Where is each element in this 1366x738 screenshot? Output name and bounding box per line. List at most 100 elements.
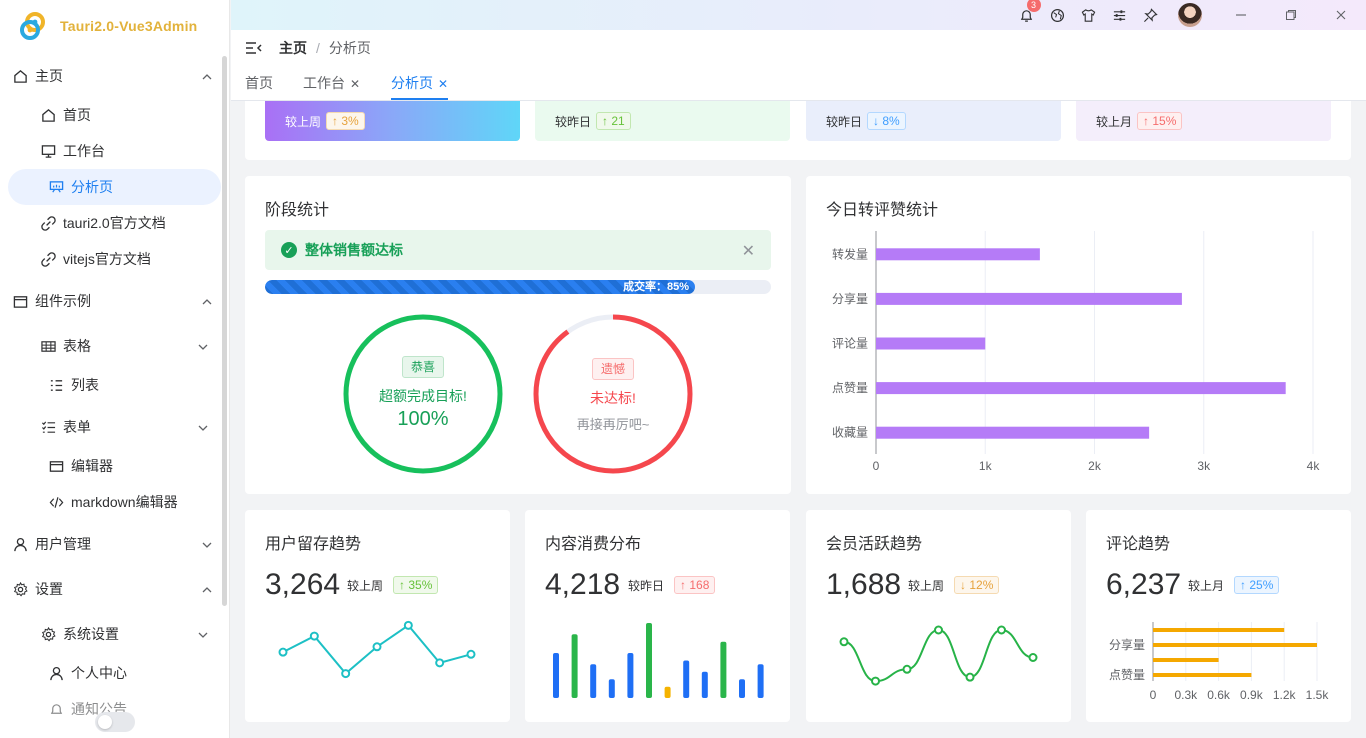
bar [1153,673,1252,677]
menu-label: 表格 [63,338,91,354]
menu-item-editor[interactable]: 编辑器 [48,448,221,484]
breadcrumb-root[interactable]: 主页 [279,38,307,58]
menu-settings-group[interactable]: 设置 [12,571,225,607]
fail-tag: 遗憾 [591,358,634,380]
menu-label: 首页 [63,107,91,123]
settings-sliders-icon[interactable] [1112,7,1128,23]
bar [1153,628,1285,632]
stat-strip-2: 较昨日 ↑ 21 [535,101,790,141]
consumption-bar-chart [553,623,764,698]
close-window-icon[interactable] [1333,7,1349,23]
stat-strip-4: 较上月 ↑ 15% [1076,101,1331,141]
bar [876,426,1150,439]
menu-home-group[interactable]: 主页 [12,58,225,94]
close-icon[interactable]: ✕ [350,77,360,91]
menu-components-group[interactable]: 组件示例 [12,283,225,319]
progress-fill: 成交率：85% [265,280,696,294]
menu-item-list[interactable]: 列表 [48,367,221,403]
app-title: Tauri2.0-Vue3Admin [60,18,198,34]
menu-item-workbench[interactable]: 工作台 [40,133,221,169]
progress-label: 成交率：85% [623,281,690,293]
home-icon [40,107,56,123]
bar [553,653,559,698]
menu-user-group[interactable]: 用户管理 [12,526,225,562]
sidebar-scrollbar[interactable] [222,56,227,606]
globe-icon[interactable] [1050,7,1066,23]
stat-delta: ↑ 21 [596,112,631,130]
bar [646,623,652,698]
notification-bell-icon[interactable]: 3 [1019,0,1041,23]
user-avatar[interactable] [1178,3,1202,27]
menu-item-home[interactable]: 首页 [40,97,221,133]
data-point [341,669,351,679]
minimize-icon[interactable] [1233,7,1249,23]
tab-workbench[interactable]: 工作台 ✕ [303,66,360,100]
pin-icon[interactable] [1143,7,1159,23]
menu-label: markdown编辑器 [71,494,178,510]
menu-label: 组件示例 [35,293,91,309]
retention-line-chart [278,620,476,679]
chevron-down-icon [197,340,209,352]
x-tick-label: 1.5k [1306,688,1330,702]
success-alert: ✓ 整体销售额达标 ✕ [265,230,771,270]
menu-label: 个人中心 [71,665,127,681]
code-icon [48,494,64,510]
notification-badge: 3 [1026,0,1041,12]
chevron-down-icon [197,421,209,433]
menu-label: vitejs官方文档 [63,251,151,267]
tab-label: 工作台 [303,75,345,91]
bar [701,671,708,698]
menu-label: 工作台 [63,143,105,159]
menu-form-group[interactable]: 表单 [40,409,221,445]
x-tick-label: 0.3k [1174,688,1198,702]
data-point [466,649,476,659]
bar [876,292,1182,305]
close-icon[interactable]: ✕ [438,77,448,91]
restore-icon[interactable] [1283,7,1299,23]
menu-item-markdown-editor[interactable]: markdown编辑器 [48,484,221,520]
stage-stats-card: 阶段统计 ✓ 整体销售额达标 ✕ 成交率：85% 恭喜 超额完成目标! 100%… [245,176,791,494]
menu-label: 表单 [63,419,91,435]
data-point [839,637,849,647]
sidebar: Tauri2.0-Vue3Admin 主页 首页 工作台 分析页 tauri2.… [0,0,230,738]
list-icon [48,377,64,393]
data-point [1028,653,1038,662]
menu-item-personal-center[interactable]: 个人中心 [48,655,221,691]
menu-item-tauri-docs[interactable]: tauri2.0官方文档 [40,205,221,241]
members-card: 会员活跃趋势 1,688 较上周 ↓ 12% [806,510,1071,722]
menu-label: 设置 [35,581,63,597]
sidebar-collapse-toggle[interactable] [95,712,135,732]
window-icon [12,293,28,309]
app-logo[interactable]: Tauri2.0-Vue3Admin [0,0,229,52]
menu-fold-icon[interactable] [245,40,263,56]
tab-home[interactable]: 首页 [245,66,273,100]
success-block: 恭喜 超额完成目标! 100% [353,356,493,431]
menu-system-settings-group[interactable]: 系统设置 [40,616,221,652]
menu-item-vitejs-docs[interactable]: vitejs官方文档 [40,241,221,277]
skin-icon[interactable] [1081,7,1097,23]
stat-compare-label: 较昨日 [826,114,863,129]
consumption-card: 内容消费分布 4,218 较昨日 ↑ 168 [525,510,790,722]
menu-item-analysis[interactable]: 分析页 [8,169,221,205]
title-bar: 3 [231,0,1366,30]
x-tick-label: 0 [873,459,880,473]
menu-label: 列表 [71,377,99,393]
home-icon [12,68,28,84]
success-text: 超额完成目标! [379,388,467,404]
editor-icon [48,458,64,474]
data-point [403,620,413,630]
bar [590,664,597,698]
gear-icon [12,581,28,597]
y-category-label: 转发量 [832,246,868,261]
fail-subtext: 再接再厉吧~ [576,417,650,432]
stat-strip-1: 较上周 ↑ 3% [265,101,520,141]
presentation-chart-icon [48,179,64,195]
user-icon [48,665,64,681]
link-icon [40,251,56,267]
menu-table-group[interactable]: 表格 [40,328,221,364]
chevron-up-icon [201,583,213,595]
x-tick-label: 1k [979,459,993,473]
data-point [965,672,975,682]
tab-analysis[interactable]: 分析页 ✕ [391,66,449,100]
close-icon[interactable]: ✕ [742,241,755,261]
